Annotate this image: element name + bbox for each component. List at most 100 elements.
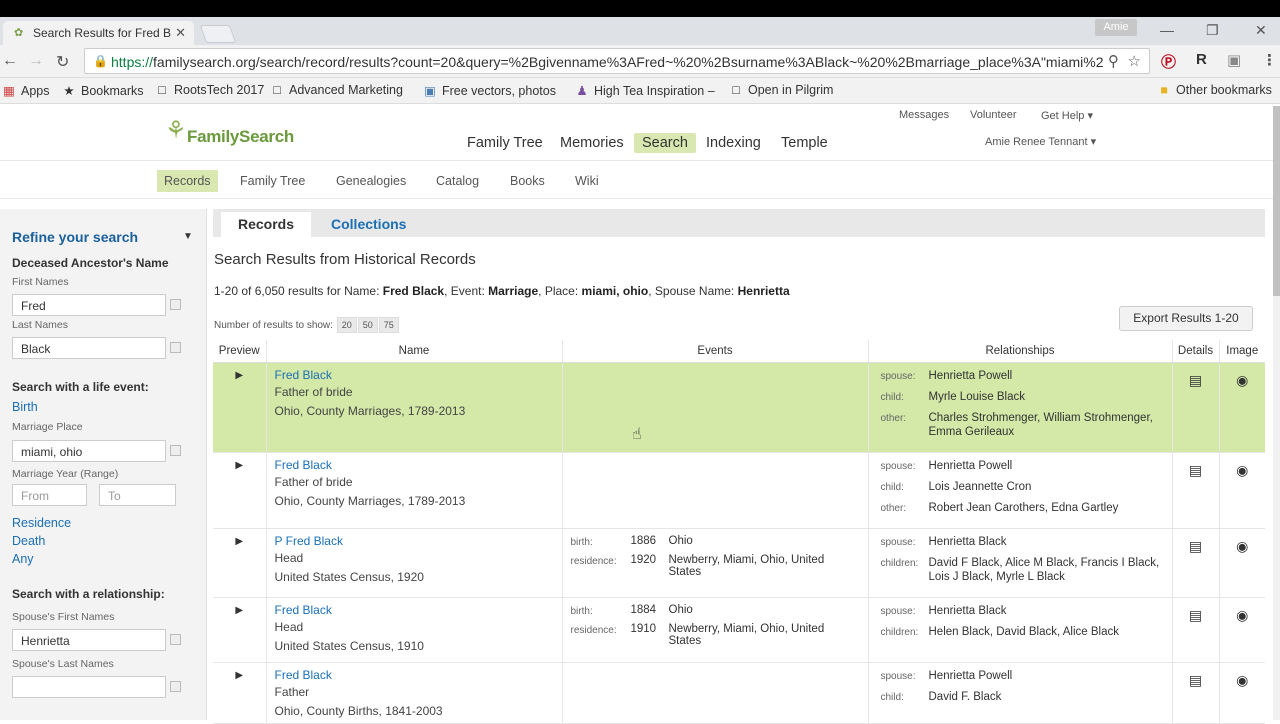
back-icon[interactable]: ←: [2, 52, 18, 70]
star-icon[interactable]: ☆: [1128, 52, 1141, 70]
familysearch-logo[interactable]: ⚘ FamilySearch: [165, 117, 294, 147]
expand-arrow-icon[interactable]: ▶: [235, 370, 243, 381]
exact-last-checkbox[interactable]: [170, 342, 181, 353]
bookmark-pilgrim[interactable]: □ Open in Pilgrim: [729, 83, 833, 97]
details-icon[interactable]: ▤: [1189, 462, 1202, 478]
subnav-records[interactable]: Records: [157, 170, 218, 192]
subnav-catalog[interactable]: Catalog: [436, 174, 479, 188]
spouse-first-input[interactable]: Henrietta: [12, 629, 166, 651]
person-name-link[interactable]: Fred Black: [275, 458, 554, 472]
restore-icon[interactable]: ❐: [1206, 22, 1219, 39]
exact-place-checkbox[interactable]: [170, 445, 181, 456]
browser-user-chip[interactable]: Amie: [1095, 19, 1137, 36]
preview-toggle[interactable]: ▶: [213, 452, 267, 529]
browser-tab[interactable]: ✿ Search Results for Fred B ✕: [3, 21, 194, 45]
person-name-link[interactable]: Fred Black: [275, 668, 554, 682]
nav-temple[interactable]: Temple: [781, 135, 828, 151]
new-tab-button[interactable]: [199, 25, 237, 43]
volunteer-link[interactable]: Volunteer: [970, 109, 1016, 121]
details-icon[interactable]: ▤: [1189, 538, 1202, 554]
search-icon[interactable]: ⚲: [1108, 52, 1119, 70]
bookmark-advanced-marketing[interactable]: □ Advanced Marketing: [270, 83, 403, 97]
table-row[interactable]: ▶ Fred Black Head United States Census, 19…: [213, 597, 1265, 663]
exact-spouse-last-checkbox[interactable]: [170, 681, 181, 692]
table-row[interactable]: ▶ Fred Black Father Ohio, County Births, 1…: [213, 662, 1265, 724]
expand-arrow-icon[interactable]: ▶: [235, 670, 243, 681]
expand-arrow-icon[interactable]: ▶: [235, 460, 243, 471]
page-size-50[interactable]: 50: [357, 317, 378, 333]
expand-arrow-icon[interactable]: ▶: [235, 536, 243, 547]
bookmark-label: High Tea Inspiration –: [594, 84, 715, 98]
camera-icon[interactable]: ◉: [1236, 672, 1248, 688]
camera-icon[interactable]: ◉: [1236, 372, 1248, 388]
expand-arrow-icon[interactable]: ▶: [235, 605, 243, 616]
nav-indexing[interactable]: Indexing: [706, 135, 761, 151]
person-name-link[interactable]: Fred Black: [275, 603, 554, 617]
year-from-input[interactable]: From: [12, 484, 87, 506]
address-bar[interactable]: 🔒 https://familysearch.org/search/record…: [84, 48, 1150, 74]
user-menu[interactable]: Amie Renee Tennant ▾: [985, 135, 1096, 148]
preview-toggle[interactable]: ▶: [213, 597, 267, 663]
extension-icon[interactable]: ▣: [1227, 51, 1241, 69]
bookmark-label: Open in Pilgrim: [748, 83, 834, 97]
nav-search[interactable]: Search: [634, 133, 696, 153]
bookmark-bookmarks[interactable]: ★ Bookmarks: [62, 83, 143, 98]
year-to-input[interactable]: To: [99, 484, 176, 506]
get-help-link[interactable]: Get Help ▾: [1041, 109, 1093, 122]
subnav-books[interactable]: Books: [510, 174, 545, 188]
birth-link[interactable]: Birth: [12, 400, 38, 414]
subnav-family-tree[interactable]: Family Tree: [240, 174, 305, 188]
exact-spouse-first-checkbox[interactable]: [170, 634, 181, 645]
camera-icon[interactable]: ◉: [1236, 462, 1248, 478]
preview-toggle[interactable]: ▶: [213, 362, 267, 453]
residence-link[interactable]: Residence: [12, 516, 71, 530]
col-name[interactable]: Name: [266, 340, 563, 363]
preview-toggle[interactable]: ▶: [213, 528, 267, 598]
bookmark-apps[interactable]: ▦ Apps: [2, 83, 49, 98]
camera-icon[interactable]: ◉: [1236, 538, 1248, 554]
collapse-caret-icon[interactable]: ▼: [183, 231, 193, 242]
menu-icon[interactable]: ⋮: [1262, 51, 1277, 69]
page-size-20[interactable]: 20: [336, 317, 357, 333]
scrollbar-thumb[interactable]: [1273, 106, 1280, 296]
details-icon[interactable]: ▤: [1189, 607, 1202, 623]
person-name-link[interactable]: Fred Black: [275, 368, 554, 382]
rl-extension-icon[interactable]: R: [1196, 51, 1207, 68]
table-row[interactable]: ▶ Fred Black Father of bride Ohio, County …: [213, 452, 1265, 529]
bookmark-free-vectors[interactable]: ▣ Free vectors, photos: [423, 83, 556, 98]
person-name-link[interactable]: P Fred Black: [275, 534, 554, 548]
tab-collections[interactable]: Collections: [314, 212, 423, 237]
bookmark-other[interactable]: ■ Other bookmarks: [1157, 83, 1272, 97]
camera-icon[interactable]: ◉: [1236, 607, 1248, 623]
nav-memories[interactable]: Memories: [560, 135, 624, 151]
subnav-wiki[interactable]: Wiki: [575, 174, 599, 188]
messages-link[interactable]: Messages: [899, 109, 949, 121]
death-link[interactable]: Death: [12, 534, 45, 548]
bookmark-high-tea[interactable]: ♟ High Tea Inspiration –: [575, 83, 715, 98]
first-names-input[interactable]: Fred: [12, 294, 166, 316]
page-scrollbar[interactable]: [1273, 106, 1280, 720]
tab-records[interactable]: Records: [221, 212, 312, 237]
marriage-place-input[interactable]: miami, ohio: [12, 440, 166, 462]
reload-icon[interactable]: ↻: [56, 52, 69, 72]
any-link[interactable]: Any: [12, 552, 34, 566]
bookmark-rootstech[interactable]: □ RootsTech 2017: [155, 83, 264, 97]
nav-family-tree[interactable]: Family Tree: [467, 135, 543, 151]
pinterest-icon[interactable]: Ⓟ: [1161, 51, 1176, 72]
preview-toggle[interactable]: ▶: [213, 662, 267, 724]
export-results-button[interactable]: Export Results 1-20: [1119, 306, 1253, 331]
spouse-last-input[interactable]: [12, 676, 166, 698]
page-size-75[interactable]: 75: [378, 317, 399, 333]
last-names-input[interactable]: Black: [12, 337, 166, 359]
close-tab-icon[interactable]: ✕: [175, 25, 186, 41]
details-icon[interactable]: ▤: [1189, 372, 1202, 388]
close-window-icon[interactable]: ✕: [1255, 22, 1267, 39]
details-icon[interactable]: ▤: [1189, 672, 1202, 688]
table-row[interactable]: ▶ P Fred Black Head United States Census, …: [213, 528, 1265, 598]
relationship-heading: Search with a relationship:: [12, 587, 165, 601]
forward-icon[interactable]: →: [28, 52, 44, 70]
subnav-genealogies[interactable]: Genealogies: [336, 174, 406, 188]
table-row[interactable]: ▶ Fred Black Father of bride Ohio, County …: [213, 362, 1265, 453]
minimize-icon[interactable]: —: [1160, 22, 1174, 38]
exact-first-checkbox[interactable]: [170, 299, 181, 310]
